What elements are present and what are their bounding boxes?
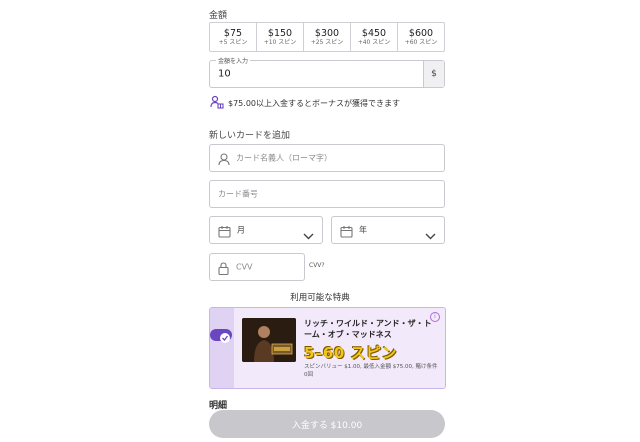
offers-label: 利用可能な特典 [290,293,350,303]
offer-select-area[interactable] [210,308,234,388]
amount-spins: +40 スピン [357,38,391,46]
calendar-icon [218,223,231,242]
amount-spins: +25 スピン [310,38,344,46]
new-card-label: 新しいカードを追加 [209,131,291,141]
amount-preset-group: $75 +5 スピン $150 +10 スピン $300 +25 スピン $45… [209,22,445,52]
month-select[interactable]: 月 [209,216,323,244]
amount-value: $75 [223,27,243,39]
offer-meta: スピンバリュー $1.00, 最低入金額 $75.00, 賭け条件 0回 [304,364,438,378]
currency-suffix: $ [423,61,444,87]
calendar-icon [340,223,353,242]
amount-value: $300 [314,27,340,39]
amount-preset-75[interactable]: $75 +5 スピン [210,23,257,51]
amount-preset-300[interactable]: $300 +25 スピン [304,23,351,51]
cvv-input[interactable]: CVV [209,253,305,281]
amount-value: $600 [408,27,434,39]
offer-toggle[interactable] [210,329,232,343]
gift-user-icon [210,94,224,113]
amount-preset-600[interactable]: $600 +60 スピン [398,23,444,51]
game-thumbnail [242,318,296,362]
year-placeholder: 年 [359,225,367,235]
chevron-down-icon [425,225,436,244]
amount-spins: +5 スピン [218,38,248,46]
card-holder-input[interactable]: カード名義人（ローマ字） [209,144,445,172]
amount-preset-150[interactable]: $150 +10 スピン [257,23,304,51]
info-icon[interactable]: i [430,312,440,322]
amount-input-value: 10 [218,68,231,80]
amount-spins: +60 スピン [404,38,438,46]
offer-content: リッチ・ワイルド・アンド・ザ・トーム・オブ・マッドネス 5–60 スピン スピン… [234,308,445,388]
amount-input[interactable]: 金額を入力 10 $ [209,56,445,88]
amount-section-label: 金額 [209,11,228,21]
card-number-placeholder: カード番号 [218,189,258,199]
amount-spins: +10 スピン [263,38,297,46]
offer-spins: 5–60 スピン [304,344,398,362]
amount-input-label: 金額を入力 [216,56,251,65]
deposit-button[interactable]: 入金する $10.00 [209,410,445,438]
cvv-placeholder: CVV [236,262,253,272]
month-placeholder: 月 [237,225,245,235]
bonus-note-text: $75.00以上入金するとボーナスが獲得できます [228,98,400,108]
lock-icon [218,260,229,279]
amount-preset-450[interactable]: $450 +40 スピン [351,23,398,51]
person-icon [218,151,230,170]
amount-value: $150 [267,27,293,39]
check-icon [220,333,230,343]
amount-value: $450 [361,27,387,39]
bonus-note: $75.00以上入金するとボーナスが獲得できます [210,94,450,113]
card-number-input[interactable]: カード番号 [209,180,445,208]
cvv-help-link[interactable]: CVV? [309,262,325,269]
offer-title: リッチ・ワイルド・アンド・ザ・トーム・オブ・マッドネス [304,319,432,339]
offer-card[interactable]: リッチ・ワイルド・アンド・ザ・トーム・オブ・マッドネス 5–60 スピン スピン… [209,307,446,389]
card-holder-placeholder: カード名義人（ローマ字） [236,153,332,163]
year-select[interactable]: 年 [331,216,445,244]
chevron-down-icon [303,225,314,244]
